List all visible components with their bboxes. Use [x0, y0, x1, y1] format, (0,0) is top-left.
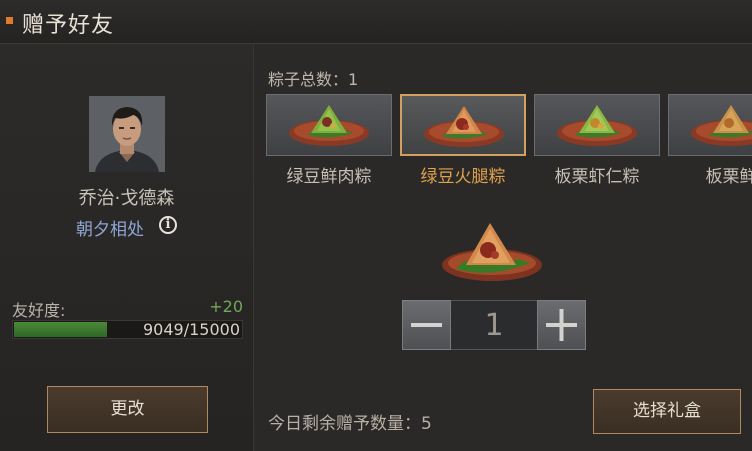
- favorability-delta: +20: [209, 297, 243, 316]
- gift-item-label: 绿豆火腿粽: [420, 167, 506, 187]
- gift-item[interactable]: 板栗虾仁粽: [534, 94, 662, 194]
- increase-button[interactable]: [537, 300, 586, 350]
- zongzi-thumbnail: [534, 94, 660, 156]
- zongzi-thumbnail: [400, 94, 526, 156]
- zongzi-thumbnail: [668, 94, 752, 156]
- minus-icon: [411, 323, 442, 327]
- favorability-value: 9049/15000: [142, 320, 240, 339]
- quantity-stepper: 1: [402, 300, 586, 350]
- gift-item-label: 板栗鲜: [705, 167, 752, 187]
- zongzi-total: 粽子总数：1: [268, 70, 359, 89]
- gift-item-selected[interactable]: 绿豆火腿粽: [400, 94, 528, 194]
- relation-status: 朝夕相处: [76, 220, 144, 240]
- page-title: 赠予好友: [22, 13, 115, 38]
- favorability-fill: [14, 322, 107, 337]
- zongzi-thumbnail: [266, 94, 392, 156]
- gift-item-label: 板栗虾仁粽: [554, 167, 640, 187]
- friend-avatar: [89, 96, 165, 172]
- gift-item[interactable]: 板栗鲜: [668, 94, 752, 194]
- gift-item-label: 绿豆鲜肉粽: [286, 167, 372, 187]
- remaining-gifts-today: 今日剩余赠予数量：5: [268, 414, 432, 434]
- gift-item-list: 绿豆鲜肉粽 绿豆火腿粽 板栗虾仁粽 板栗鲜: [266, 94, 752, 194]
- gift-panel: 粽子总数：1 绿豆鲜肉粽 绿豆火腿粽 板栗虾仁粽 板栗鲜 1 今日剩余赠予数量：…: [254, 44, 752, 451]
- friend-name: 乔治·戈德森: [78, 188, 175, 209]
- decrease-button[interactable]: [402, 300, 451, 350]
- selected-zongzi-image: [440, 219, 544, 287]
- gift-item[interactable]: 绿豆鲜肉粽: [266, 94, 394, 194]
- choose-gift-box-button[interactable]: 选择礼盒: [593, 389, 741, 434]
- plus-icon: [546, 309, 577, 341]
- change-friend-button[interactable]: 更改: [47, 386, 208, 433]
- favorability-label: 友好度:: [12, 301, 66, 320]
- title-accent-mark: [6, 17, 13, 24]
- friend-panel: 乔治·戈德森 朝夕相处 i 友好度: +20 9049/15000 更改: [0, 44, 254, 451]
- favorability-bar: 9049/15000: [12, 320, 243, 339]
- info-icon[interactable]: i: [159, 216, 177, 234]
- quantity-value[interactable]: 1: [451, 300, 537, 350]
- title-bar: 赠予好友: [0, 0, 752, 44]
